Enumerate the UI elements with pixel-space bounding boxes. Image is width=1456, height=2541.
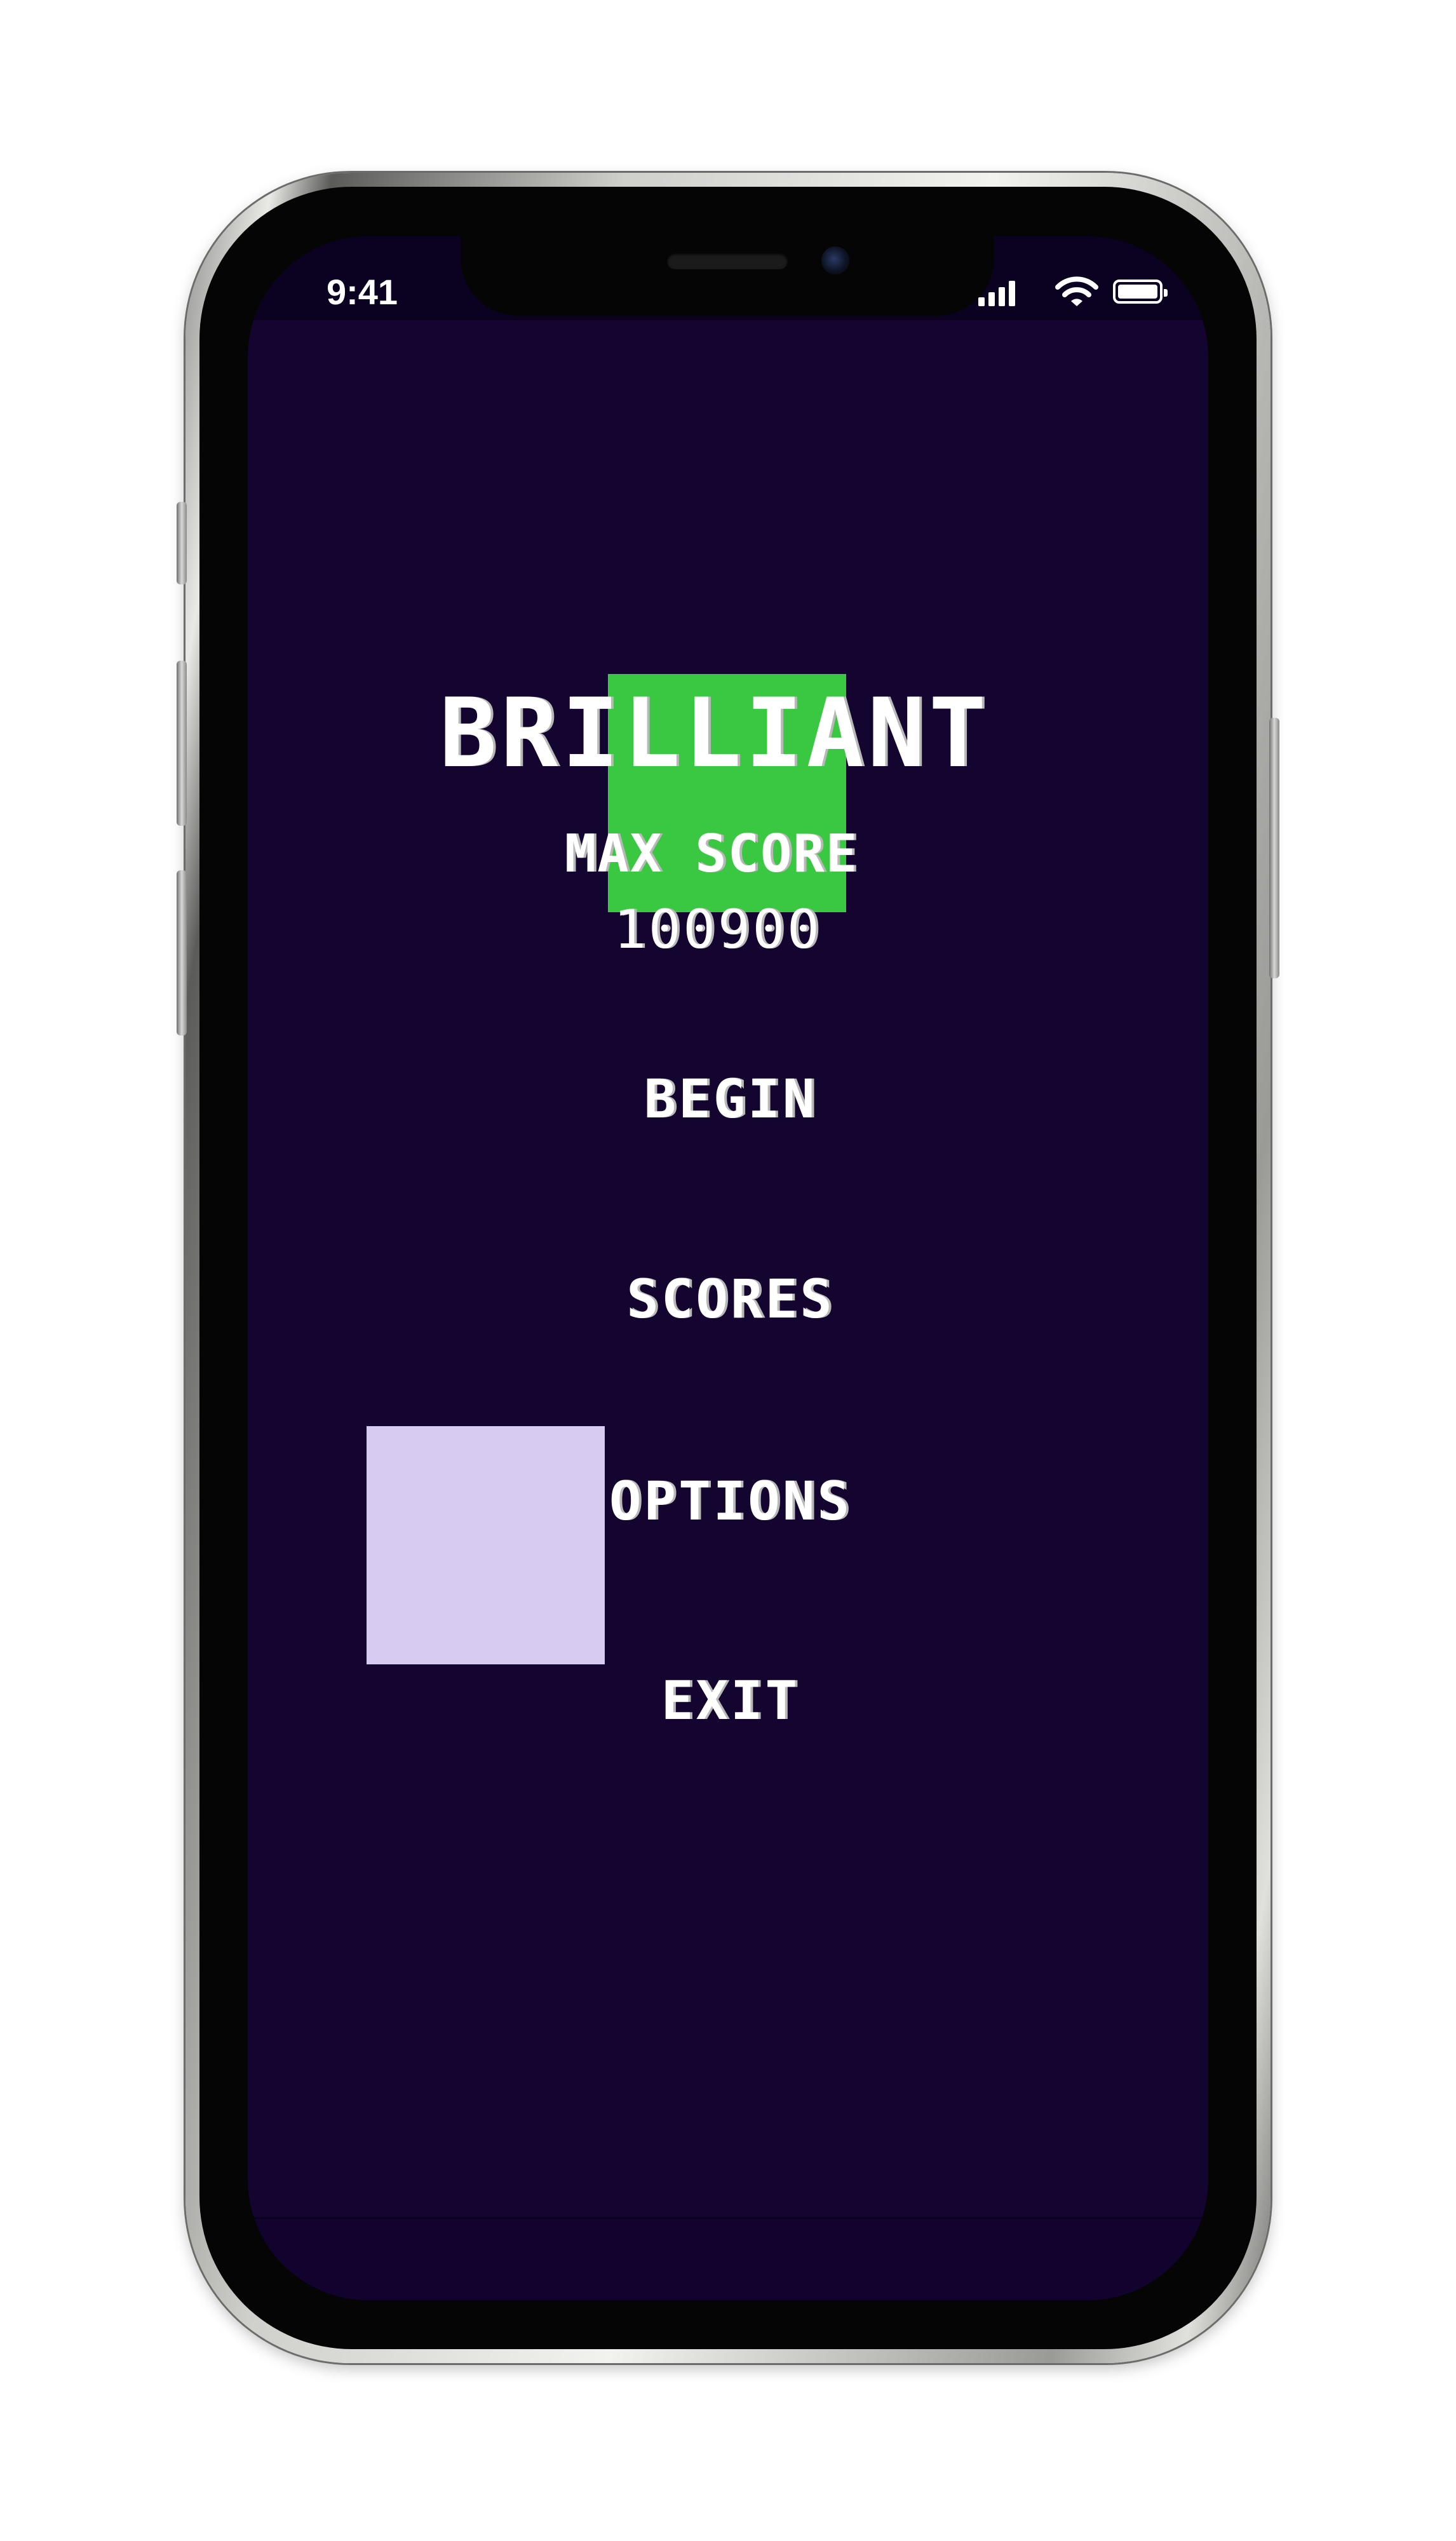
max-score-label: MAX SCORE: [564, 824, 859, 884]
begin-button[interactable]: BEGIN: [540, 1070, 921, 1128]
scores-button[interactable]: SCORES: [540, 1270, 921, 1328]
volume-up-button: [177, 661, 187, 826]
home-indicator-area: [248, 2217, 1208, 2300]
power-button: [1269, 718, 1279, 978]
options-button[interactable]: OPTIONS: [540, 1473, 921, 1530]
status-icons: [978, 273, 1169, 311]
speaker-grille: [667, 253, 788, 269]
status-bar-divider: [248, 319, 1208, 320]
front-camera-icon: [821, 246, 849, 274]
battery-icon: [1113, 280, 1168, 304]
lilac-block: [367, 1426, 605, 1664]
game-title: BRILLIANT: [439, 678, 990, 789]
exit-button[interactable]: EXIT: [540, 1672, 921, 1729]
max-score-value: 100900: [614, 898, 822, 960]
volume-down-button: [177, 870, 187, 1035]
status-time: 9:41: [326, 272, 398, 312]
wifi-icon: [1055, 276, 1098, 306]
mute-switch: [177, 502, 187, 584]
notch: [461, 236, 994, 316]
